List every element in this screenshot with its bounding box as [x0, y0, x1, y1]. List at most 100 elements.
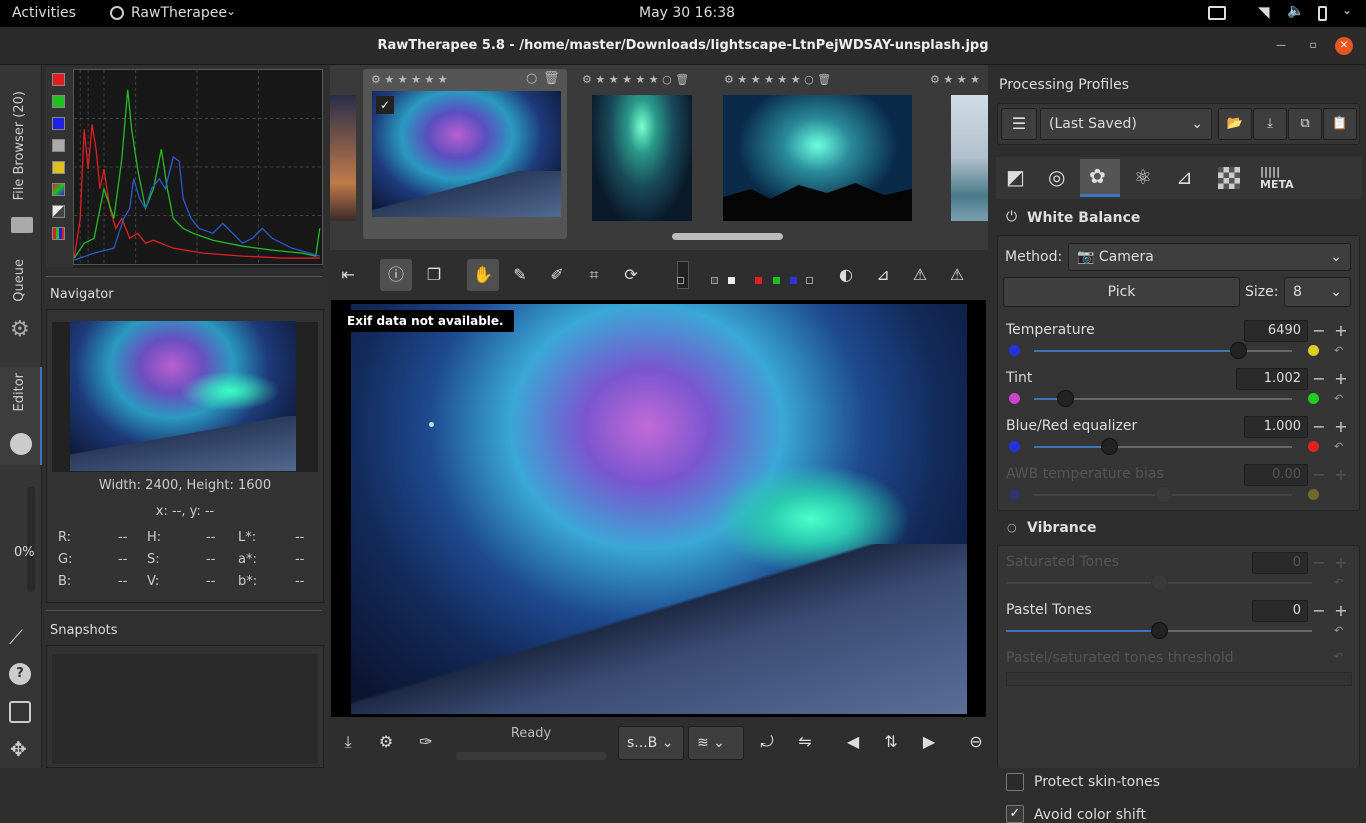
focus-mask-button[interactable]: ◐: [830, 259, 862, 291]
thumbnail-partial-right[interactable]: ⚙ ★ ★ ★: [930, 69, 988, 239]
bluered-track[interactable]: [1034, 446, 1292, 448]
save-image-button[interactable]: ⤓: [332, 726, 364, 758]
activities-button[interactable]: Activities: [12, 5, 76, 21]
bluered-knob[interactable]: [1100, 438, 1118, 455]
tab-queue[interactable]: Queue ⚙: [0, 255, 42, 355]
reject-icon[interactable]: ○: [526, 71, 537, 86]
info-button[interactable]: ⓘ: [380, 259, 412, 291]
navigator-thumbnail[interactable]: [70, 321, 296, 471]
minus-icon[interactable]: −: [1309, 368, 1329, 390]
tab-advanced-icon[interactable]: ⚛: [1134, 165, 1152, 189]
temperature-knob[interactable]: [1229, 342, 1247, 359]
battery-icon[interactable]: [1318, 6, 1327, 21]
minimize-icon[interactable]: —: [1272, 37, 1290, 55]
reset-icon[interactable]: ↶: [1334, 440, 1348, 454]
tab-detail-icon[interactable]: ◎: [1048, 165, 1065, 189]
thumbnail-2[interactable]: ⚙ ★ ★ ★ ★ ★ ○ 🗑: [578, 69, 698, 239]
avoid-shift-checkbox[interactable]: ✓: [1006, 805, 1024, 823]
tint-value[interactable]: 1.002: [1236, 368, 1308, 390]
bg-black-option[interactable]: [677, 277, 684, 284]
snapshots-list[interactable]: [52, 654, 318, 764]
minus-icon[interactable]: −: [1309, 416, 1329, 438]
protect-skin-checkbox[interactable]: [1006, 773, 1024, 791]
blue-channel-toggle[interactable]: [52, 117, 65, 130]
red-channel-toggle[interactable]: [52, 73, 65, 86]
wb-picker-button[interactable]: ✐: [541, 259, 573, 291]
temperature-track[interactable]: [1034, 350, 1292, 352]
open-profile-icon[interactable]: 📂: [1218, 108, 1252, 140]
maximize-icon[interactable]: ▫: [1304, 37, 1322, 55]
output-profile-combo[interactable]: s...B ⌄: [618, 726, 684, 760]
hide-left-panel-button[interactable]: ⇤: [332, 259, 364, 291]
green-channel-option[interactable]: [773, 277, 780, 284]
system-menu-chevron-icon[interactable]: ⌄: [1342, 3, 1352, 17]
thumbnail-3[interactable]: ⚙ ★ ★ ★ ★ ★ ○ 🗑: [718, 69, 928, 239]
size-combo[interactable]: 8 ⌄: [1284, 277, 1351, 307]
wb-title[interactable]: White Balance: [1027, 210, 1140, 226]
straighten-button[interactable]: ⟳: [615, 259, 647, 291]
reset-icon[interactable]: ↶: [1334, 344, 1348, 358]
mode-toggle[interactable]: [52, 227, 65, 240]
power-off-icon[interactable]: ○: [1007, 521, 1017, 534]
tab-color[interactable]: ✿: [1080, 159, 1120, 197]
sync-button[interactable]: ⇅: [875, 726, 907, 758]
reset-icon[interactable]: ↶: [1334, 392, 1348, 406]
red-channel-option[interactable]: [755, 277, 762, 284]
method-combo[interactable]: 📷 Camera ⌄: [1068, 243, 1351, 271]
close-icon[interactable]: ✕: [1335, 37, 1353, 55]
tint-knob[interactable]: [1056, 390, 1074, 407]
plus-icon[interactable]: +: [1331, 600, 1351, 622]
app-menu-button[interactable]: RawTherapee: [131, 5, 227, 21]
zoom-out-button[interactable]: ⊖: [960, 726, 992, 758]
reset-icon[interactable]: ↶: [1334, 624, 1348, 638]
hand-tool-button[interactable]: ✋: [467, 259, 499, 291]
tab-editor[interactable]: Editor: [0, 367, 42, 465]
help-icon[interactable]: ?: [9, 663, 31, 685]
rotate-icon[interactable]: ⤾: [751, 726, 783, 758]
crop-button[interactable]: ⌗: [578, 259, 610, 291]
plus-icon[interactable]: +: [1331, 416, 1351, 438]
save-profile-icon[interactable]: ⤓: [1253, 108, 1287, 140]
blue-channel-option[interactable]: [790, 277, 797, 284]
next-image-button[interactable]: ▶: [913, 726, 945, 758]
bg-gray-option[interactable]: [711, 277, 718, 284]
minus-icon[interactable]: −: [1309, 600, 1329, 622]
tab-raw-icon[interactable]: [1218, 167, 1240, 189]
notification-icon[interactable]: [1208, 6, 1226, 20]
shadow-warning-icon[interactable]: ⚠: [941, 259, 973, 291]
clock[interactable]: May 30 16:38: [639, 5, 735, 21]
fullscreen-move-icon[interactable]: ✥: [10, 737, 27, 761]
intent-combo[interactable]: ≋ ⌄: [688, 726, 744, 760]
pick-button[interactable]: Pick: [1003, 277, 1240, 307]
before-after-button[interactable]: ❐: [418, 259, 450, 291]
bluered-value[interactable]: 1.000: [1244, 416, 1308, 438]
bar-toggle[interactable]: [52, 205, 65, 218]
pastel-value[interactable]: 0: [1252, 600, 1308, 622]
trash-icon[interactable]: 🗑: [543, 71, 560, 86]
plus-icon[interactable]: +: [1331, 320, 1351, 342]
color-picker-button[interactable]: ✎: [504, 259, 536, 291]
vibrance-title[interactable]: Vibrance: [1027, 520, 1097, 536]
tab-file-browser[interactable]: File Browser (20): [0, 75, 42, 250]
flip-icon[interactable]: ⇋: [789, 726, 821, 758]
preferences-icon[interactable]: [9, 701, 31, 723]
preview-bg-selector[interactable]: [677, 261, 689, 289]
power-on-icon[interactable]: ⏻: [1006, 209, 1017, 225]
profile-list-icon[interactable]: ☰: [1001, 108, 1037, 140]
green-channel-toggle[interactable]: [52, 95, 65, 108]
profile-combo[interactable]: (Last Saved) ⌄: [1040, 108, 1212, 140]
filmstrip-scrollbar[interactable]: [672, 233, 783, 240]
image-viewer[interactable]: Exif data not available.: [331, 300, 986, 717]
tab-metadata-icon[interactable]: ||||| META: [1260, 165, 1294, 191]
wifi-icon[interactable]: ◥: [1258, 3, 1270, 21]
tab-exposure-icon[interactable]: ◩: [1006, 165, 1025, 189]
thumbnail-partial-left[interactable]: [330, 95, 356, 221]
pastel-knob[interactable]: [1151, 622, 1168, 639]
chroma-toggle[interactable]: [52, 161, 65, 174]
volume-icon[interactable]: 🔈: [1287, 3, 1304, 19]
edit-external-button[interactable]: ✑: [410, 726, 442, 758]
luminance-toggle[interactable]: [52, 139, 65, 152]
queue-button[interactable]: ⚙: [370, 726, 402, 758]
previous-image-button[interactable]: ◀: [837, 726, 869, 758]
shadow-clip-button[interactable]: ⊿: [867, 259, 899, 291]
